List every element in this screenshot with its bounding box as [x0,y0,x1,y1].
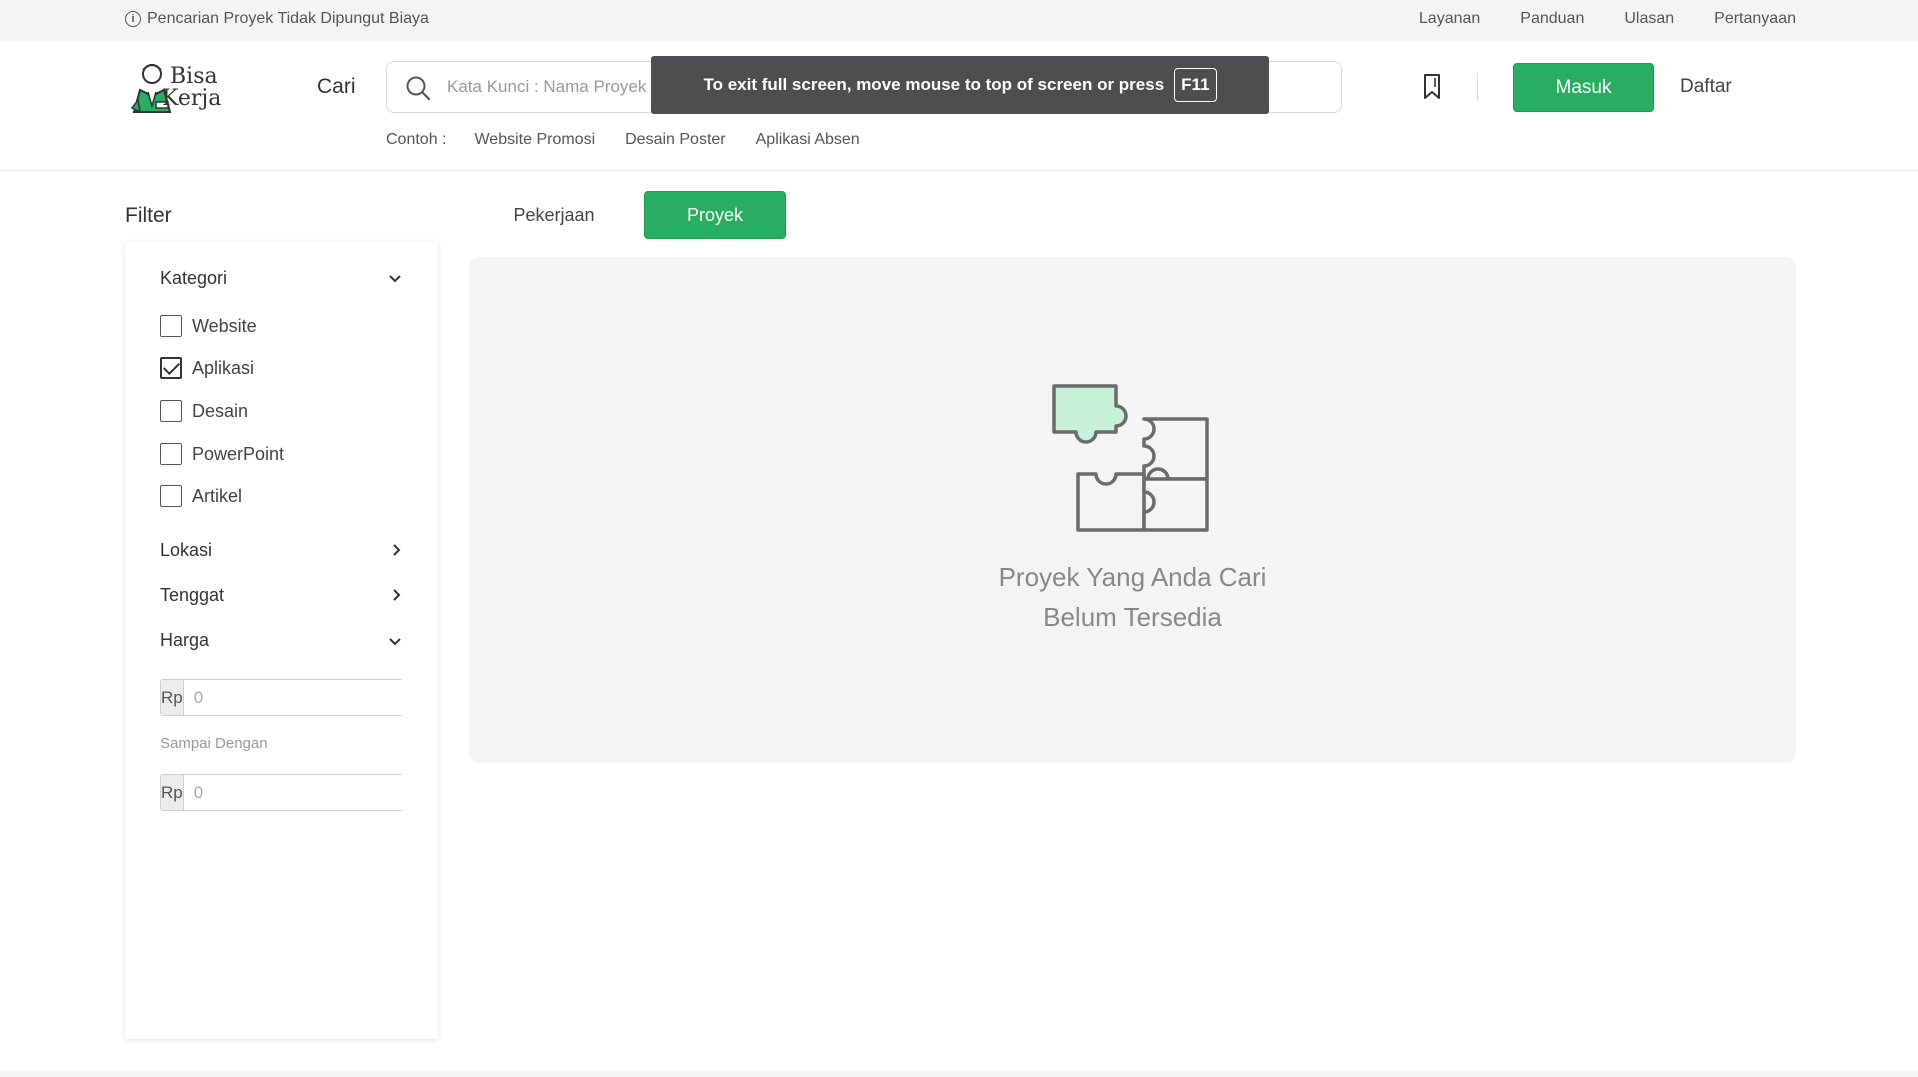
link-layanan[interactable]: Layanan [1419,10,1480,28]
search-examples: Contoh : Website Promosi Desain Poster A… [386,131,860,149]
currency-prefix: Rp [161,680,184,715]
filter-lokasi-header[interactable]: Lokasi [160,540,403,561]
top-info-bar: i Pencarian Proyek Tidak Dipungut Biaya … [0,0,1918,41]
price-min-input[interactable] [183,680,415,715]
header-divider [1477,73,1478,101]
price-between-label: Sampai Dengan [160,735,268,752]
login-button[interactable]: Masuk [1513,63,1654,112]
option-label: PowerPoint [192,443,285,464]
filter-tenggat-label: Tenggat [160,585,225,605]
kategori-option-aplikasi[interactable]: Aplikasi [160,357,254,379]
info-text: Pencarian Proyek Tidak Dipungut Biaya [147,10,429,27]
price-min-group: Rp [160,679,415,716]
chevron-right-icon[interactable] [392,543,402,557]
empty-state-message: Proyek Yang Anda Cari Belum Tersedia [469,557,1796,637]
examples-label: Contoh : [386,131,447,148]
filter-lokasi-label: Lokasi [160,540,213,560]
top-links: Layanan Panduan Ulasan Pertanyaan [1419,10,1796,28]
info-icon: i [125,11,141,27]
logo-text-line2: Kerja [162,86,222,111]
footer-edge [0,1071,1918,1077]
filter-kategori-header[interactable]: Kategori [160,268,403,289]
search-icon[interactable] [405,75,431,101]
fullscreen-toast: To exit full screen, move mouse to top o… [651,56,1269,114]
puzzle-icon [1052,384,1209,532]
info-notice: i Pencarian Proyek Tidak Dipungut Biaya [125,10,429,28]
results-area: Proyek Yang Anda Cari Belum Tersedia [469,257,1796,763]
filter-tenggat-header[interactable]: Tenggat [160,585,403,606]
filter-panel: Kategori Website Aplikasi Desain PowerPo… [125,242,438,1039]
empty-state-line1: Proyek Yang Anda Cari [998,562,1267,592]
price-max-input[interactable] [183,775,415,810]
chevron-down-icon[interactable] [388,637,402,647]
kategori-option-website[interactable]: Website [160,315,257,337]
bookmark-icon[interactable] [1422,73,1444,101]
checkbox-artikel[interactable] [160,485,182,507]
checkbox-desain[interactable] [160,400,182,422]
option-label: Website [192,315,257,336]
example-website-promosi[interactable]: Website Promosi [474,131,595,149]
search-label: Cari [317,75,356,98]
empty-state-line2: Belum Tersedia [1043,602,1222,632]
checkbox-powerpoint[interactable] [160,443,182,465]
filter-harga-header[interactable]: Harga [160,630,403,651]
kategori-option-desain[interactable]: Desain [160,400,248,422]
logo-text: Bisa Kerja [162,64,221,110]
example-aplikasi-absen[interactable]: Aplikasi Absen [756,131,860,149]
option-label: Aplikasi [192,357,255,378]
currency-prefix: Rp [161,775,184,810]
chevron-down-icon[interactable] [388,274,402,284]
chevron-right-icon[interactable] [392,588,402,602]
toast-text: To exit full screen, move mouse to top o… [703,75,1165,94]
register-link[interactable]: Daftar [1680,76,1732,98]
option-label: Desain [192,400,249,421]
filter-title: Filter [125,204,172,227]
option-label: Artikel [192,485,243,506]
filter-harga-label: Harga [160,630,210,650]
link-ulasan[interactable]: Ulasan [1624,10,1674,28]
checkbox-website[interactable] [160,315,182,337]
kategori-option-artikel[interactable]: Artikel [160,485,242,507]
price-max-group: Rp [160,774,415,811]
logo[interactable]: Bisa Kerja [130,60,240,120]
tab-proyek[interactable]: Proyek [644,191,786,239]
toast-key: F11 [1174,68,1217,102]
kategori-option-powerpoint[interactable]: PowerPoint [160,443,284,465]
logo-text-line1: Bisa [170,64,218,89]
filter-kategori-label: Kategori [160,268,228,288]
link-panduan[interactable]: Panduan [1520,10,1584,28]
tab-pekerjaan[interactable]: Pekerjaan [495,191,613,239]
link-pertanyaan[interactable]: Pertanyaan [1714,10,1796,28]
example-desain-poster[interactable]: Desain Poster [625,131,726,149]
checkbox-aplikasi[interactable] [160,357,182,379]
